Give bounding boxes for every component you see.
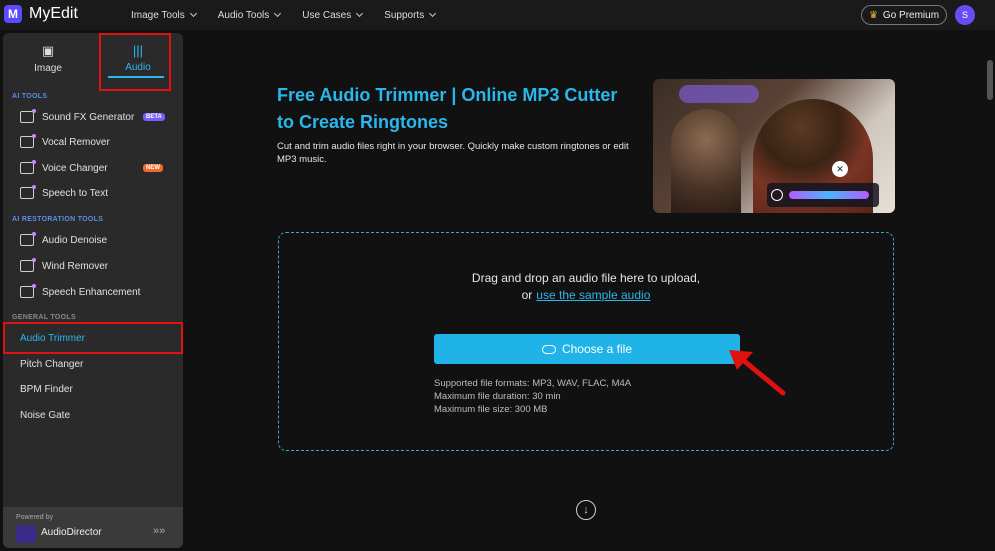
dropzone-sample-line: or use the sample audio (521, 288, 651, 302)
audio-player-preview (767, 183, 879, 207)
avatar[interactable]: S (955, 5, 975, 25)
sidebar-item-pitch-changer[interactable]: Pitch Changer (3, 352, 183, 376)
chevron-down-icon (356, 9, 364, 18)
chevron-down-icon (274, 9, 282, 18)
nav-image-tools[interactable]: Image Tools (131, 9, 197, 21)
use-sample-audio-link[interactable]: use the sample audio (536, 288, 650, 302)
max-size: Maximum file size: 300 MB (434, 404, 548, 415)
nav-audio-tools[interactable]: Audio Tools (218, 9, 282, 21)
ai-tool-icon (20, 185, 36, 199)
annotation-highlight-audio-trimmer (3, 322, 183, 354)
sidebar-item-speech-enhancement[interactable]: Speech Enhancement (3, 280, 183, 304)
cloud-upload-icon (541, 344, 556, 354)
sidebar-item-vocal-remover[interactable]: Vocal Remover (3, 130, 183, 154)
hero-person-singer (671, 109, 741, 213)
sidebar-item-noise-gate[interactable]: Noise Gate (3, 403, 183, 427)
sidebar-item-bpm-finder[interactable]: BPM Finder (3, 377, 183, 401)
chevrons-right-icon: »» (153, 525, 166, 537)
sidebar-item-wind-remover[interactable]: Wind Remover (3, 254, 183, 278)
page-scrollbar[interactable] (987, 60, 993, 100)
ai-tool-icon (20, 284, 36, 298)
choose-file-button[interactable]: Choose a file (434, 334, 740, 364)
top-nav: Image Tools Audio Tools Use Cases Suppor… (131, 0, 457, 30)
page-description: Cut and trim audio files right in your b… (277, 141, 629, 165)
close-icon: ✕ (832, 161, 848, 177)
powered-by-label: Powered by (16, 514, 53, 521)
play-icon (771, 189, 783, 201)
scroll-down-icon[interactable]: ↓ (576, 500, 596, 520)
hero-illustration: ✕ (653, 79, 895, 213)
top-bar: M MyEdit Image Tools Audio Tools Use Cas… (0, 0, 995, 30)
sidebar: ▣ Image ||| Audio AI TOOLS Sound FX Gene… (3, 33, 183, 548)
app-name: MyEdit (29, 5, 78, 22)
audiodirector-logo-icon (16, 525, 36, 543)
supported-formats: Supported file formats: MP3, WAV, FLAC, … (434, 378, 632, 389)
sidebar-item-audio-denoise[interactable]: Audio Denoise (3, 228, 183, 252)
ai-tool-icon (20, 232, 36, 246)
myedit-logo-icon: M (4, 5, 22, 23)
crown-icon: ♛ (868, 9, 878, 21)
ai-tool-icon (20, 134, 36, 148)
chevron-down-icon (189, 9, 197, 18)
audiodirector-name: AudioDirector (41, 527, 102, 538)
app-logo[interactable]: M MyEdit (4, 5, 78, 23)
image-icon: ▣ (41, 42, 55, 58)
annotation-arrow (729, 350, 786, 396)
waveform-icon (789, 191, 869, 199)
audio-wave-icon (679, 85, 759, 103)
file-requirements: Supported file formats: MP3, WAV, FLAC, … (434, 377, 631, 416)
sidebar-item-sound-fx-generator[interactable]: Sound FX Generator BETA (3, 105, 183, 129)
ai-tool-icon (20, 160, 36, 174)
chevron-down-icon (429, 9, 437, 18)
sidebar-item-speech-to-text[interactable]: Speech to Text (3, 181, 183, 205)
section-ai-tools: AI TOOLS (12, 93, 48, 100)
tab-image[interactable]: ▣ Image (3, 33, 93, 83)
new-badge: NEW (143, 164, 163, 172)
powered-by-panel[interactable]: Powered by AudioDirector »» (3, 507, 183, 548)
section-ai-restoration-tools: AI RESTORATION TOOLS (12, 216, 104, 223)
upload-dropzone[interactable]: Drag and drop an audio file here to uplo… (278, 232, 894, 451)
page-title: Free Audio Trimmer | Online MP3 Cutter t… (277, 85, 618, 132)
ai-tool-icon (20, 109, 36, 123)
nav-use-cases[interactable]: Use Cases (302, 9, 364, 21)
annotation-highlight-audio-tab (99, 33, 171, 91)
dropzone-instructions: Drag and drop an audio file here to uplo… (471, 271, 701, 285)
sidebar-item-voice-changer[interactable]: Voice Changer NEW (3, 156, 183, 180)
section-general-tools: GENERAL TOOLS (12, 314, 76, 321)
max-duration: Maximum file duration: 30 min (434, 391, 561, 402)
go-premium-button[interactable]: ♛ Go Premium (861, 5, 947, 25)
beta-badge: BETA (143, 113, 165, 121)
ai-tool-icon (20, 258, 36, 272)
nav-supports[interactable]: Supports (384, 9, 437, 21)
